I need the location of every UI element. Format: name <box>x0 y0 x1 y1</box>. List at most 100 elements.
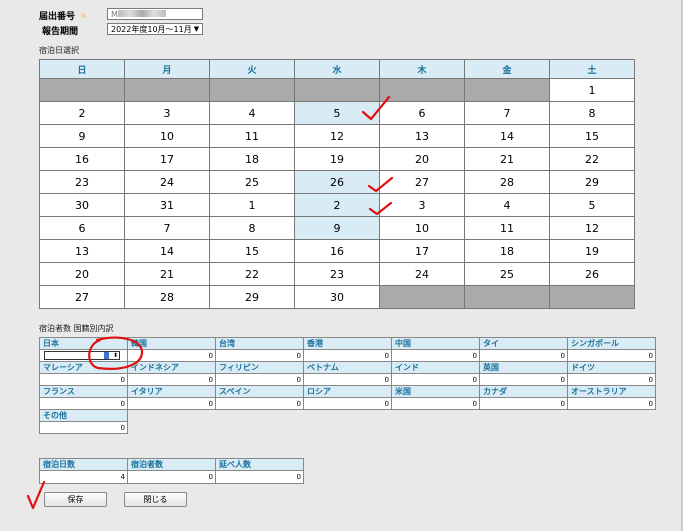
calendar-day[interactable]: 28 <box>124 285 210 309</box>
country-count-input[interactable]: 0 <box>303 397 392 410</box>
country-count-input[interactable]: 0 <box>303 373 392 386</box>
calendar-day[interactable]: 13 <box>379 124 465 148</box>
country-label: フィリピン <box>215 361 304 374</box>
calendar-day[interactable]: 14 <box>464 124 550 148</box>
empty-cell <box>480 422 568 434</box>
calendar-day[interactable]: 29 <box>209 285 295 309</box>
calendar-day[interactable]: 6 <box>379 101 465 125</box>
country-count-input[interactable]: 0 <box>39 373 128 386</box>
calendar-day[interactable]: 6 <box>39 216 125 240</box>
calendar-day[interactable]: 16 <box>294 239 380 263</box>
calendar-day[interactable]: 13 <box>39 239 125 263</box>
calendar-day[interactable]: 18 <box>464 239 550 263</box>
calendar-day[interactable]: 1 <box>549 78 635 102</box>
country-count-input[interactable]: 0 <box>391 349 480 362</box>
calendar-day-selected[interactable]: 2 <box>294 193 380 217</box>
calendar-day[interactable]: 21 <box>464 147 550 171</box>
country-count-input[interactable]: 0 <box>567 349 656 362</box>
calendar-day[interactable]: 27 <box>379 170 465 194</box>
country-label: 日本 <box>39 337 128 350</box>
calendar-day[interactable]: 16 <box>39 147 125 171</box>
calendar-day[interactable]: 17 <box>124 147 210 171</box>
total-label: 宿泊日数 <box>39 458 128 471</box>
country-count-input[interactable]: 0 <box>303 349 392 362</box>
nationality-value-row: 0 0 0 0 0 0 0 <box>39 373 656 386</box>
calendar-day[interactable]: 19 <box>549 239 635 263</box>
calendar-day[interactable]: 19 <box>294 147 380 171</box>
stay-date-calendar: 日 月 火 水 木 金 土 1 2 3 4 5 6 7 8 9 10 11 12… <box>39 59 635 309</box>
spin-arrows-icon[interactable]: ⬍ <box>113 352 118 359</box>
country-count-input[interactable]: 0 <box>567 397 656 410</box>
country-count-input[interactable]: 0 <box>215 349 304 362</box>
nationality-header-row: 日本 韓国 台湾 香港 中国 タイ シンガポール <box>39 337 656 350</box>
save-button[interactable]: 保存 <box>44 492 107 507</box>
calendar-day[interactable]: 11 <box>464 216 550 240</box>
calendar-day-disabled <box>464 285 550 309</box>
country-count-input[interactable]: 0 <box>215 397 304 410</box>
country-count-input[interactable]: 0 <box>39 421 128 434</box>
notification-no-field[interactable]: M <box>107 8 203 20</box>
country-count-input[interactable]: 0 <box>127 397 216 410</box>
calendar-day[interactable]: 25 <box>464 262 550 286</box>
calendar-day[interactable]: 30 <box>39 193 125 217</box>
calendar-day[interactable]: 7 <box>124 216 210 240</box>
calendar-day[interactable]: 22 <box>209 262 295 286</box>
calendar-day[interactable]: 21 <box>124 262 210 286</box>
calendar-day[interactable]: 5 <box>549 193 635 217</box>
calendar-day[interactable]: 12 <box>294 124 380 148</box>
calendar-day[interactable]: 4 <box>209 101 295 125</box>
close-button[interactable]: 閉じる <box>124 492 187 507</box>
total-label: 宿泊者数 <box>127 458 216 471</box>
country-count-input[interactable]: 0 <box>127 373 216 386</box>
report-period-select[interactable]: 2022年度10月～11月 ▼ <box>107 23 203 35</box>
calendar-day[interactable]: 20 <box>39 262 125 286</box>
calendar-day[interactable]: 14 <box>124 239 210 263</box>
calendar-day[interactable]: 29 <box>549 170 635 194</box>
country-count-input[interactable]: 0 <box>479 397 568 410</box>
country-count-input[interactable]: 0 <box>479 373 568 386</box>
calendar-day[interactable]: 9 <box>39 124 125 148</box>
calendar-day[interactable]: 26 <box>549 262 635 286</box>
country-count-input[interactable]: 0 <box>391 373 480 386</box>
calendar-day[interactable]: 3 <box>124 101 210 125</box>
calendar-day[interactable]: 1 <box>209 193 295 217</box>
calendar-day[interactable]: 8 <box>209 216 295 240</box>
calendar-day[interactable]: 15 <box>549 124 635 148</box>
japan-count-stepper[interactable]: 1 ⬍ <box>44 351 120 360</box>
calendar-day-selected[interactable]: 26 <box>294 170 380 194</box>
calendar-day[interactable]: 12 <box>549 216 635 240</box>
country-count-input[interactable]: 0 <box>479 349 568 362</box>
calendar-week: 9 10 11 12 13 14 15 <box>39 124 635 148</box>
calendar-day[interactable]: 23 <box>39 170 125 194</box>
calendar-day[interactable]: 31 <box>124 193 210 217</box>
calendar-day[interactable]: 23 <box>294 262 380 286</box>
calendar-day-selected[interactable]: 5 <box>294 101 380 125</box>
country-count-input[interactable]: 0 <box>215 373 304 386</box>
country-count-input[interactable]: 0 <box>567 373 656 386</box>
calendar-day[interactable]: 10 <box>124 124 210 148</box>
calendar-day[interactable]: 10 <box>379 216 465 240</box>
calendar-day[interactable]: 24 <box>124 170 210 194</box>
calendar-day[interactable]: 15 <box>209 239 295 263</box>
calendar-day[interactable]: 8 <box>549 101 635 125</box>
calendar-day[interactable]: 22 <box>549 147 635 171</box>
weekday-wed: 水 <box>294 59 380 79</box>
calendar-day-selected[interactable]: 9 <box>294 216 380 240</box>
calendar-day[interactable]: 3 <box>379 193 465 217</box>
vertical-scrollbar[interactable] <box>682 0 691 531</box>
calendar-day[interactable]: 4 <box>464 193 550 217</box>
calendar-day[interactable]: 7 <box>464 101 550 125</box>
calendar-day[interactable]: 25 <box>209 170 295 194</box>
calendar-day[interactable]: 27 <box>39 285 125 309</box>
country-count-input[interactable]: 0 <box>391 397 480 410</box>
calendar-day[interactable]: 18 <box>209 147 295 171</box>
country-count-input[interactable]: 0 <box>39 397 128 410</box>
calendar-day[interactable]: 28 <box>464 170 550 194</box>
calendar-day[interactable]: 2 <box>39 101 125 125</box>
calendar-day[interactable]: 24 <box>379 262 465 286</box>
calendar-day[interactable]: 20 <box>379 147 465 171</box>
calendar-day[interactable]: 30 <box>294 285 380 309</box>
calendar-day[interactable]: 17 <box>379 239 465 263</box>
calendar-day[interactable]: 11 <box>209 124 295 148</box>
country-count-input[interactable]: 0 <box>127 349 216 362</box>
